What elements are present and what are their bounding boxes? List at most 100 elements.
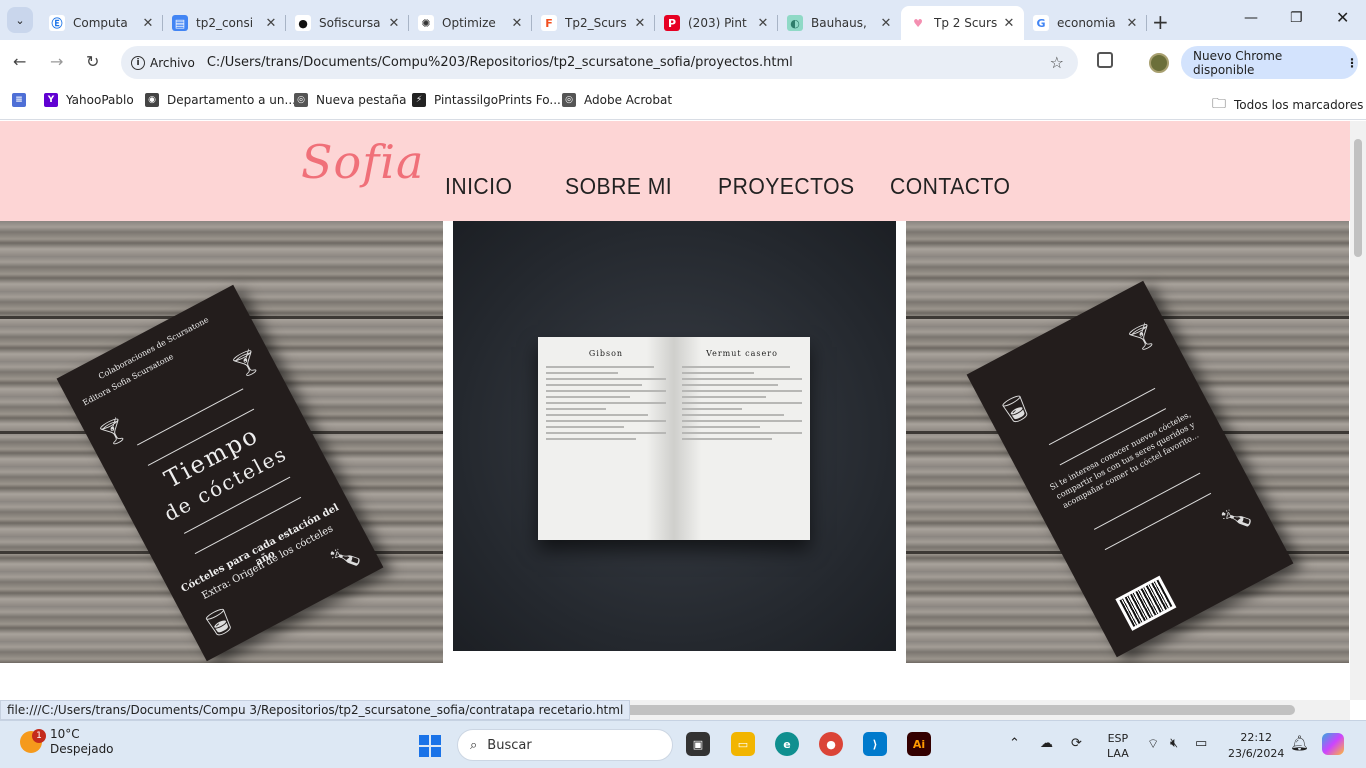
sync-icon[interactable]: ⟳ <box>1071 736 1082 751</box>
tab-close-icon[interactable]: ✕ <box>1000 16 1018 31</box>
nav-inicio[interactable]: INICIO <box>445 173 512 200</box>
tab-close-icon[interactable]: ✕ <box>385 16 403 31</box>
tab-title: Tp 2 Scurs <box>934 16 998 30</box>
book-back-cover: Si te interesa conocer nuevos cócteles, … <box>966 280 1294 658</box>
update-label: Nuevo Chrome disponible <box>1193 48 1283 77</box>
tab-6[interactable]: ◐ Bauhaus, ✕ <box>778 6 901 40</box>
nav-contacto[interactable]: CONTACTO <box>890 173 1010 200</box>
weather-badge: 1 <box>32 729 46 743</box>
tab-title: tp2_consi <box>196 16 254 30</box>
tab-4[interactable]: F Tp2_Scurs ✕ <box>532 6 655 40</box>
site-logo[interactable]: Sofia <box>301 135 424 189</box>
file-explorer-icon[interactable]: ▭ <box>731 732 755 756</box>
tab-title: economia <box>1057 16 1116 30</box>
search-placeholder: Buscar <box>487 737 532 753</box>
tab-8[interactable]: Geconomia ✕ <box>1024 6 1147 40</box>
update-chrome-button[interactable]: Nuevo Chrome disponible ⋮ <box>1181 46 1358 79</box>
reload-button[interactable]: ↻ <box>86 52 99 71</box>
tab-title: Bauhaus, <box>811 16 867 30</box>
project-front-cover[interactable]: Colaboraciones de Scursatone Editora Sof… <box>0 221 443 663</box>
tab-close-icon[interactable]: ✕ <box>1123 16 1141 31</box>
bookmark-favicon-icon: Y <box>44 93 58 107</box>
martini-icon: 🍸︎ <box>226 344 267 384</box>
tab-close-icon[interactable]: ✕ <box>631 16 649 31</box>
tab-favicon-icon: F <box>541 15 557 31</box>
tab-0[interactable]: Ⓔ Computa ✕ <box>40 6 163 40</box>
task-view-icon[interactable]: ▣ <box>686 732 710 756</box>
chevron-down-icon: ⌄ <box>15 13 25 27</box>
tab-2[interactable]: ● Sofiscursa ✕ <box>286 6 409 40</box>
browser-toolbar: ← → ↻ i Archivo C:/Users/trans/Documents… <box>0 40 1366 85</box>
project-open-book[interactable]: Gibson Vermut casero <box>453 221 896 651</box>
barcode-icon <box>1115 575 1177 631</box>
project-back-cover[interactable]: Si te interesa conocer nuevos cócteles, … <box>906 221 1349 663</box>
nav-sobre-mi[interactable]: SOBRE MI <box>565 173 672 200</box>
bookmark-1[interactable]: ◉ Departamento a un... <box>145 93 296 107</box>
vscode-icon[interactable]: ⟩ <box>863 732 887 756</box>
restore-button[interactable]: ❐ <box>1290 10 1303 26</box>
site-info-chip[interactable]: i Archivo <box>131 55 203 70</box>
close-window-button[interactable]: ✕ <box>1336 8 1349 27</box>
tab-favicon-icon: ● <box>295 15 311 31</box>
bookmark-star-icon[interactable]: ☆ <box>1050 53 1064 72</box>
martini-icon: 🍸︎ <box>93 412 134 452</box>
weather-widget[interactable]: 1 10°C Despejado <box>20 727 114 757</box>
address-bar[interactable]: i Archivo C:/Users/trans/Documents/Compu… <box>121 46 1078 79</box>
tab-close-icon[interactable]: ✕ <box>754 16 772 31</box>
profile-avatar[interactable] <box>1149 53 1169 73</box>
tab-7[interactable]: ♥ Tp 2 Scurs ✕ <box>901 6 1024 40</box>
book-right-page: Vermut casero <box>674 337 810 540</box>
bookmark-favicon-icon: ⚡ <box>412 93 426 107</box>
notification-bell-icon[interactable]: 🔔︎ <box>1290 734 1309 752</box>
start-button[interactable] <box>419 735 441 757</box>
bookmark-2[interactable]: ◎ Nueva pestaña <box>294 93 407 107</box>
bookmark-0[interactable]: Y YahooPablo <box>44 93 134 107</box>
cloud-icon[interactable]: ☁ <box>1040 736 1053 751</box>
tab-search-button[interactable]: ⌄ <box>7 7 33 33</box>
tab-favicon-icon: ✺ <box>418 15 434 31</box>
tab-favicon-icon: Ⓔ <box>49 15 65 31</box>
tab-favicon-icon: ◐ <box>787 15 803 31</box>
apps-icon[interactable]: ≡ <box>12 93 26 107</box>
illustrator-icon[interactable]: Ai <box>907 732 931 756</box>
forward-button[interactable]: → <box>50 52 63 71</box>
weather-icon: 1 <box>20 729 46 753</box>
battery-icon[interactable]: ▭ <box>1195 736 1207 751</box>
volume-muted-icon[interactable]: 🔇︎ <box>1170 736 1178 751</box>
tab-favicon-icon: ♥ <box>910 15 926 31</box>
tab-close-icon[interactable]: ✕ <box>139 16 157 31</box>
chrome-icon[interactable]: ● <box>819 732 843 756</box>
chevron-up-icon[interactable]: ⌃ <box>1009 736 1020 751</box>
all-bookmarks-button[interactable]: 🗀 Todos los marcadores <box>1212 93 1363 117</box>
vertical-scrollbar[interactable] <box>1350 121 1366 700</box>
minimize-button[interactable]: — <box>1244 10 1258 26</box>
info-icon: i <box>131 55 145 70</box>
copilot-icon[interactable] <box>1322 733 1344 755</box>
book-front-cover: Colaboraciones de Scursatone Editora Sof… <box>56 284 384 662</box>
tab-strip: ⌄ Ⓔ Computa ✕ ▤ tp2_consi ✕ ● Sofiscursa ✕ ✺ Optim… <box>0 0 1366 40</box>
tab-close-icon[interactable]: ✕ <box>508 16 526 31</box>
back-button[interactable]: ← <box>13 52 26 71</box>
clock-time: 22:12 <box>1240 731 1273 744</box>
tab-1[interactable]: ▤ tp2_consi ✕ <box>163 6 286 40</box>
language-indicator[interactable]: ESP LAA <box>1107 731 1129 761</box>
wifi-icon[interactable]: ⌔ <box>1147 736 1159 752</box>
tab-favicon-icon: P <box>664 15 680 31</box>
new-tab-button[interactable]: + <box>1152 10 1169 34</box>
clock-date: 23/6/2024 <box>1228 747 1285 760</box>
bookmark-4[interactable]: ◎ Adobe Acrobat <box>562 93 672 107</box>
bookmark-3[interactable]: ⚡ PintassilgoPrints Fo... <box>412 93 561 107</box>
tab-close-icon[interactable]: ✕ <box>262 16 280 31</box>
extensions-icon[interactable] <box>1097 52 1113 68</box>
site-header: Sofia INICIO SOBRE MI PROYECTOS CONTACTO <box>0 121 1350 221</box>
tab-close-icon[interactable]: ✕ <box>877 16 895 31</box>
nav-proyectos[interactable]: PROYECTOS <box>718 173 855 200</box>
taskbar-search[interactable]: ⌕ Buscar <box>457 729 673 761</box>
tab-3[interactable]: ✺ Optimize ✕ <box>409 6 532 40</box>
tab-5[interactable]: P (203) Pint ✕ <box>655 6 778 40</box>
tab-favicon-icon: G <box>1033 15 1049 31</box>
system-clock[interactable]: 22:12 23/6/2024 <box>1228 730 1284 762</box>
cover-collab: Colaboraciones de Scursatone <box>97 315 211 381</box>
url-text[interactable]: C:/Users/trans/Documents/Compu%203/Repos… <box>207 55 793 70</box>
edge-icon[interactable]: e <box>775 732 799 756</box>
